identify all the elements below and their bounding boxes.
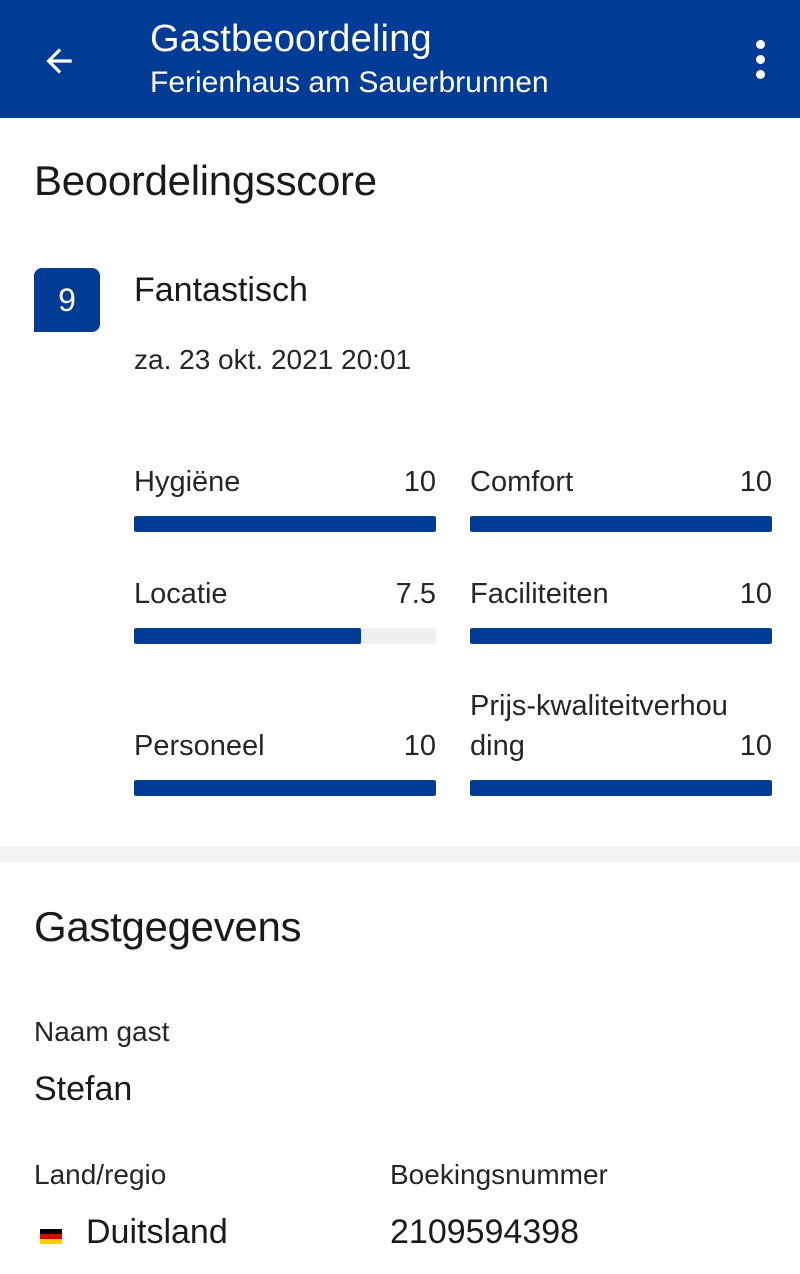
score-bar (470, 516, 772, 532)
category-head: Comfort 10 (470, 462, 772, 502)
score-word: Fantastisch (134, 271, 308, 309)
app-bar-titles: Gastbeoordeling Ferienhaus am Sauerbrunn… (150, 16, 549, 102)
category-label: Prijs-kwaliteitverhouding (470, 690, 728, 762)
score-bar-fill (134, 628, 361, 644)
germany-flag-icon (40, 1229, 62, 1244)
page-title: Gastbeoordeling (150, 18, 432, 60)
rating-section-title: Beoordelingsscore (34, 157, 377, 204)
arrow-left-icon (46, 48, 72, 74)
category-score: 10 (739, 730, 772, 762)
guest-name-label: Naam gast (34, 1016, 170, 1047)
country-value: Duitsland (86, 1213, 228, 1251)
category-label: Locatie (134, 578, 228, 610)
category-head: Personeel 10 (134, 726, 436, 766)
category-label: Faciliteiten (470, 578, 609, 610)
score-bar (470, 628, 772, 644)
guest-name-value: Stefan (34, 1070, 133, 1108)
app-bar: Gastbeoordeling Ferienhaus am Sauerbrunn… (0, 0, 800, 118)
category-facilities: Faciliteiten 10 (470, 552, 772, 644)
category-head: Hygiëne 10 (134, 462, 436, 502)
category-location: Locatie 7.5 (134, 552, 436, 644)
score-bar-fill (470, 628, 772, 644)
review-date: za. 23 okt. 2021 20:01 (134, 344, 412, 375)
category-hygiene: Hygiëne 10 (134, 440, 436, 532)
country-label: Land/regio (34, 1159, 167, 1190)
category-score: 10 (739, 466, 772, 498)
flag-stripe-gold (40, 1239, 62, 1244)
score-bar (134, 628, 436, 644)
category-score: 10 (403, 730, 436, 762)
category-label: Hygiëne (134, 466, 241, 498)
category-head: Faciliteiten 10 (470, 574, 772, 614)
score-badge: 9 (34, 268, 100, 332)
category-comfort: Comfort 10 (470, 440, 772, 532)
category-value-for-money: Prijs-kwaliteitverhouding 10 (470, 660, 772, 796)
category-head: Locatie 7.5 (134, 574, 436, 614)
score-bar (134, 780, 436, 796)
guest-section-title: Gastgegevens (34, 903, 302, 950)
score-bar-fill (134, 780, 436, 796)
score-bar-fill (470, 516, 772, 532)
category-label: Personeel (134, 730, 265, 762)
category-label: Comfort (470, 466, 574, 498)
category-score: 10 (403, 466, 436, 498)
section-divider (0, 846, 800, 862)
back-button[interactable] (24, 26, 94, 96)
score-bar-fill (470, 780, 772, 796)
category-score: 7.5 (395, 578, 436, 610)
booking-number-label: Boekingsnummer (390, 1159, 608, 1190)
score-bar-fill (134, 516, 436, 532)
score-bar (134, 516, 436, 532)
score-bar (470, 780, 772, 796)
booking-number-value: 2109594398 (390, 1213, 580, 1251)
category-staff: Personeel 10 (134, 660, 436, 796)
more-vertical-dot (755, 54, 765, 64)
category-score: 10 (739, 578, 772, 610)
more-options-button[interactable] (740, 34, 780, 84)
category-head: Prijs-kwaliteitverhouding 10 (470, 686, 772, 766)
more-vertical-dot (755, 69, 765, 79)
property-name: Ferienhaus am Sauerbrunnen (150, 66, 549, 99)
more-vertical-icon (755, 39, 765, 49)
